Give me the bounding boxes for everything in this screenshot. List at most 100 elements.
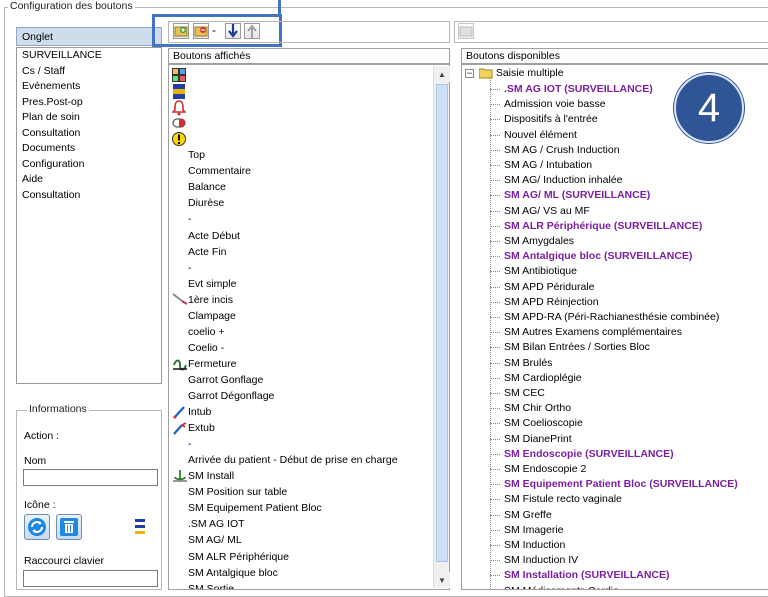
affiches-scrollbar[interactable]: ▲ ▼ [433, 66, 450, 588]
displayed-button-row[interactable]: - [169, 436, 431, 452]
available-button-row[interactable]: SM ALR Périphérique (SURVEILLANCE) [462, 219, 768, 234]
onglet-item[interactable]: Plan de soin [17, 110, 161, 126]
available-button-row[interactable]: SM Autres Examens complémentaires [462, 325, 768, 340]
displayed-button-row[interactable]: 1ère incis [169, 292, 431, 308]
tree-root[interactable]: − Saisie multiple [465, 67, 564, 81]
tree-branch-line [490, 119, 500, 121]
displayed-button-label: Garrot Dégonflage [188, 390, 275, 402]
nom-input[interactable] [23, 469, 158, 486]
available-button-row[interactable]: SM AG / Intubation [462, 158, 768, 173]
available-button-row[interactable]: SM Installation (SURVEILLANCE) [462, 568, 768, 583]
right-add-button[interactable] [458, 23, 474, 39]
collapse-toggle-icon[interactable]: − [465, 68, 474, 78]
tree-branch-line [490, 362, 500, 364]
tree-branch-line [490, 104, 500, 106]
available-button-row[interactable]: SM AG / Crush Induction [462, 143, 768, 158]
displayed-button-row[interactable] [169, 115, 431, 131]
displayed-button-row[interactable]: SM Equipement Patient Bloc [169, 500, 431, 516]
displayed-button-row[interactable]: SM Antalgique bloc [169, 565, 431, 581]
displayed-button-row[interactable]: Coelio - [169, 340, 431, 356]
onglet-item[interactable]: SURVEILLANCE [17, 48, 161, 64]
available-button-row[interactable]: SM DianePrint [462, 432, 768, 447]
available-button-row[interactable]: SM AG/ VS au MF [462, 204, 768, 219]
available-button-row[interactable]: SM AG/ ML (SURVEILLANCE) [462, 188, 768, 203]
displayed-button-row[interactable] [169, 83, 431, 100]
onglet-item[interactable]: Documents [17, 141, 161, 157]
available-button-row[interactable]: SM Endoscopie (SURVEILLANCE) [462, 447, 768, 462]
boutons-affiches-list[interactable]: Top Commentaire Balance Diurèse - Acte Début A… [168, 64, 450, 590]
available-button-row[interactable]: SM Coelioscopie [462, 416, 768, 431]
available-button-row[interactable]: SM APD Péridurale [462, 280, 768, 295]
delete-icon-button[interactable] [56, 514, 82, 540]
available-button-row[interactable]: SM Greffe [462, 508, 768, 523]
displayed-button-row[interactable]: - [169, 211, 431, 227]
available-button-row[interactable]: SM Imagerie [462, 523, 768, 538]
displayed-button-label: SM Install [188, 470, 235, 483]
displayed-button-row[interactable]: - [169, 260, 431, 276]
available-button-row[interactable]: SM Brulés [462, 356, 768, 371]
onglet-list[interactable]: SURVEILLANCE Cs / Staff Evénements Pres.Pos… [16, 47, 162, 384]
displayed-button-row[interactable] [169, 99, 431, 116]
available-button-label: SM Antibiotique [504, 265, 577, 278]
displayed-button-row[interactable]: SM Install [169, 468, 431, 484]
onglet-item[interactable]: Evénements [17, 79, 161, 95]
tree-branch-line [490, 575, 500, 577]
available-button-row[interactable]: SM Antalgique bloc (SURVEILLANCE) [462, 249, 768, 264]
displayed-button-row[interactable]: coelio + [169, 324, 431, 340]
available-button-label: SM Cardioplégie [504, 371, 582, 384]
displayed-button-row[interactable] [169, 67, 431, 83]
displayed-button-row[interactable]: Balance [169, 179, 431, 195]
scroll-thumb[interactable] [436, 84, 448, 562]
displayed-button-row[interactable]: Fermeture [169, 356, 431, 372]
displayed-button-label: Extub [188, 422, 215, 435]
available-button-row[interactable]: SM Equipement Patient Bloc (SURVEILLANCE… [462, 477, 768, 492]
displayed-button-row[interactable]: Acte Fin [169, 244, 431, 260]
onglet-item[interactable]: Pres.Post-op [17, 95, 161, 111]
displayed-button-row[interactable]: SM Position sur table [169, 484, 431, 500]
onglet-item[interactable]: Aide [17, 172, 161, 188]
scroll-up-button[interactable]: ▲ [434, 66, 450, 82]
onglet-item[interactable]: Consultation [17, 126, 161, 142]
displayed-button-row[interactable]: SM ALR Périphérique [169, 549, 431, 565]
available-button-row[interactable]: SM Médicaments Cardio [462, 584, 768, 589]
available-button-row[interactable]: SM Induction IV [462, 553, 768, 568]
displayed-button-row[interactable]: Diurèse [169, 195, 431, 211]
raccourci-input[interactable] [23, 570, 158, 587]
displayed-button-row[interactable]: SM AG/ ML [169, 532, 431, 548]
onglet-item[interactable]: Cs / Staff [17, 64, 161, 80]
available-button-row[interactable]: SM Amygdales [462, 234, 768, 249]
scroll-down-button[interactable]: ▼ [434, 572, 450, 588]
toolbar-strip-left [168, 21, 450, 43]
boutons-disponibles-header: Boutons disponibles [461, 48, 768, 64]
displayed-button-row[interactable]: Garrot Gonflage [169, 372, 431, 388]
available-button-row[interactable]: SM Cardioplégie [462, 371, 768, 386]
available-button-row[interactable]: SM CEC [462, 386, 768, 401]
displayed-button-row[interactable] [169, 131, 431, 147]
available-button-row[interactable]: SM Chir Ortho [462, 401, 768, 416]
available-button-row[interactable]: SM APD-RA (Péri-Rachianesthésie combinée… [462, 310, 768, 325]
displayed-button-row[interactable]: Arrivée du patient - Début de prise en c… [169, 452, 431, 468]
available-button-label: SM Chir Ortho [504, 402, 572, 415]
onglet-item[interactable]: Consultation [17, 188, 161, 204]
displayed-button-row[interactable]: Top [169, 147, 431, 163]
available-button-row[interactable]: SM Bilan Entrées / Sorties Bloc [462, 340, 768, 355]
available-button-row[interactable]: SM AG/ Induction inhalée [462, 173, 768, 188]
displayed-button-row[interactable]: Intub [169, 404, 431, 420]
available-button-row[interactable]: SM Endoscopie 2 [462, 462, 768, 477]
refresh-icon-button[interactable] [24, 514, 50, 540]
displayed-button-row[interactable]: Clampage [169, 308, 431, 324]
displayed-button-row[interactable]: Commentaire [169, 163, 431, 179]
available-button-row[interactable]: SM Fistule recto vaginale [462, 492, 768, 507]
boutons-disponibles-tree[interactable]: − Saisie multiple .SM AG IOT (SURVEILLAN… [461, 64, 768, 590]
displayed-button-row[interactable]: SM Sortie [169, 581, 431, 589]
displayed-button-row[interactable]: .SM AG IOT [169, 516, 431, 532]
available-button-row[interactable]: SM Antibiotique [462, 264, 768, 279]
onglet-item[interactable]: Configuration [17, 157, 161, 173]
folder-open-icon [478, 68, 493, 79]
displayed-button-row[interactable]: Extub [169, 420, 431, 436]
displayed-button-row[interactable]: Acte Début [169, 228, 431, 244]
displayed-button-row[interactable]: Garrot Dégonflage [169, 388, 431, 404]
available-button-row[interactable]: SM APD Réinjection [462, 295, 768, 310]
displayed-button-row[interactable]: Evt simple [169, 276, 431, 292]
available-button-row[interactable]: SM Induction [462, 538, 768, 553]
